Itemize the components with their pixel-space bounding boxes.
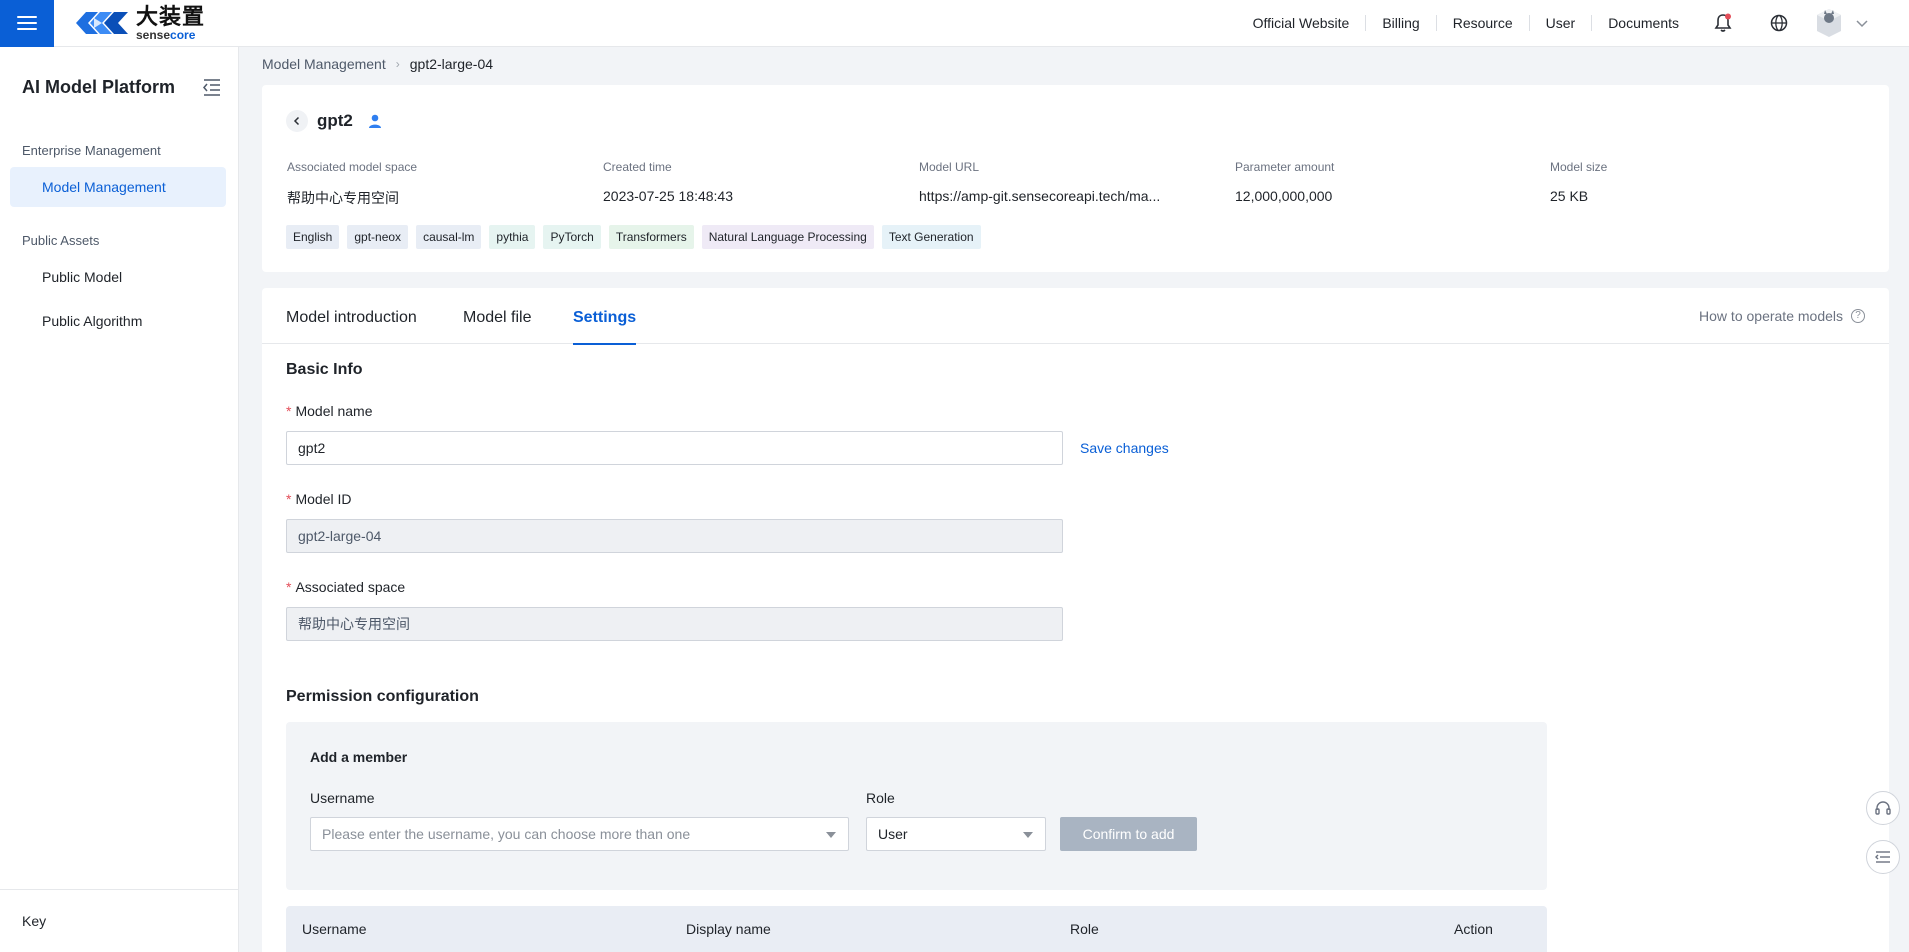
logo-mark-icon [76,12,128,34]
breadcrumb-current: gpt2-large-04 [409,56,494,72]
username-placeholder: Please enter the username, you can choos… [322,826,691,842]
chevron-right-icon: › [395,57,400,71]
permission-config-title: Permission configuration [286,688,479,705]
avatar [1817,9,1841,37]
sidebar-section-enterprise: Enterprise Management [22,143,161,158]
tab-settings[interactable]: Settings [573,288,637,345]
user-menu[interactable] [1815,7,1869,39]
associated-space-label: * Associated space [286,579,406,595]
sidebar-item-public-model[interactable]: Public Model [10,257,226,297]
role-select-value: User [878,826,908,842]
nav-resource[interactable]: Resource [1437,15,1530,31]
top-bar: 大装置 sensecore Official Website Billing R… [0,0,1909,47]
tag: gpt-neox [347,225,409,249]
help-link-label: How to operate models [1699,308,1843,324]
meta-model-size: Model size 25 KB [1550,160,1608,204]
globe-icon [1770,14,1788,32]
confirm-add-button[interactable]: Confirm to add [1060,817,1197,851]
outline-toggle-button[interactable] [1866,840,1900,874]
headset-icon [1875,801,1891,815]
notifications-button[interactable] [1695,0,1751,47]
tab-model-file[interactable]: Model file [463,288,531,344]
hamburger-icon [17,16,37,30]
caret-down-icon [1023,832,1033,838]
save-changes-button[interactable]: Save changes [1080,440,1169,456]
tab-bar: Model introduction Model file Settings H… [262,288,1889,345]
logo[interactable]: 大装置 sensecore [72,3,206,42]
tag: Transformers [608,225,694,249]
sidebar-title: AI Model Platform [22,76,176,97]
tag: PyTorch [543,225,601,249]
list-icon [1875,851,1890,863]
nav-official-website[interactable]: Official Website [1237,15,1367,31]
model-id-label: * Model ID [286,491,352,507]
nav-billing[interactable]: Billing [1366,15,1437,31]
collapse-menu-icon[interactable] [202,78,222,96]
add-member-title: Add a member [310,749,408,765]
nav-documents[interactable]: Documents [1592,15,1695,31]
basic-info-title: Basic Info [286,361,363,378]
tag: causal-lm [416,225,482,249]
customer-service-button[interactable] [1866,791,1900,825]
model-title: gpt2 [317,111,353,130]
sidebar-item-public-algorithm[interactable]: Public Algorithm [10,301,226,341]
question-icon: ? [1851,309,1865,323]
col-role: Role [1070,921,1099,937]
meta-associated-space: Associated model space 帮助中心专用空间 [287,160,418,206]
sidebar-section-public-assets: Public Assets [22,233,100,248]
language-button[interactable] [1751,0,1807,47]
model-id-input: gpt2-large-04 [286,519,1063,553]
model-header-card: gpt2 Associated model space 帮助中心专用空间 Cre… [262,85,1889,272]
associated-space-input: 帮助中心专用空间 [286,607,1063,641]
caret-down-icon [826,832,836,838]
meta-model-url: Model URL https://amp-git.sensecoreapi.t… [919,160,1161,204]
bell-icon [1714,13,1732,32]
breadcrumb-parent[interactable]: Model Management [262,56,386,72]
col-display-name: Display name [686,921,771,937]
nav-user[interactable]: User [1530,15,1593,31]
col-username: Username [302,921,367,937]
model-name-input[interactable]: gpt2 [286,431,1063,465]
breadcrumb: Model Management › gpt2-large-04 [262,56,493,72]
members-table-header: Username Display name Role Action [286,906,1547,952]
settings-card: Model introduction Model file Settings H… [262,288,1889,952]
chevron-down-icon [1856,20,1868,28]
tag: Text Generation [881,225,981,249]
tag: pythia [489,225,536,249]
logo-text-en: sensecore [136,27,196,42]
back-button[interactable] [286,110,308,132]
tag: Natural Language Processing [701,225,874,249]
chevron-left-icon [293,116,300,126]
col-action: Action [1454,921,1493,937]
tab-model-introduction[interactable]: Model introduction [286,288,417,344]
sidebar: AI Model Platform Enterprise Management … [0,47,239,952]
logo-text-cn: 大装置 [136,3,206,29]
add-member-panel: Add a member Username Please enter the u… [286,722,1547,890]
sidebar-item-key[interactable]: Key [0,889,238,952]
username-select[interactable]: Please enter the username, you can choos… [310,817,849,851]
model-tags: English gpt-neox causal-lm pythia PyTorc… [286,225,981,249]
tag: English [286,225,340,249]
meta-parameter-amount: Parameter amount 12,000,000,000 [1235,160,1335,204]
role-select[interactable]: User [866,817,1046,851]
sidebar-item-model-management[interactable]: Model Management [10,167,226,207]
model-url-link[interactable]: https://amp-git.sensecoreapi.tech/ma... [919,188,1160,204]
meta-created-time: Created time 2023-07-25 18:48:43 [603,160,733,204]
person-icon [368,114,381,128]
username-label: Username [310,790,375,806]
help-link[interactable]: How to operate models ? [1699,308,1865,324]
model-name-label: * Model name [286,403,373,419]
menu-toggle-button[interactable] [0,0,54,47]
role-label: Role [866,790,895,806]
